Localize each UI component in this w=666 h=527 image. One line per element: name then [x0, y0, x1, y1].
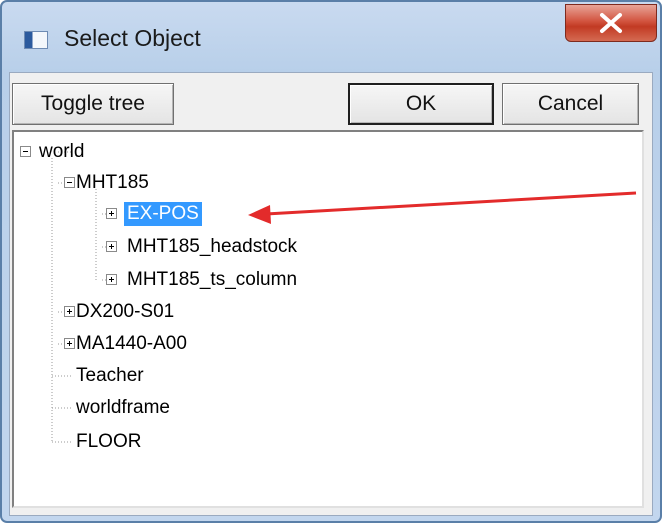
- tree-node-ma1440-a00[interactable]: MA1440-A00: [73, 332, 190, 356]
- tree-node-mht185-ts-column[interactable]: MHT185_ts_column: [124, 268, 300, 292]
- tree-node-ex-pos[interactable]: EX-POS: [124, 202, 202, 226]
- window-app-icon: [24, 31, 48, 49]
- expand-icon[interactable]: [106, 241, 117, 252]
- close-icon: [600, 13, 622, 33]
- object-tree[interactable]: world MHT185 EX-POS MHT185_headstock MHT…: [12, 130, 644, 508]
- tree-node-mht185[interactable]: MHT185: [73, 171, 152, 195]
- select-object-dialog: Select Object Toggle tree OK Cancel worl…: [0, 0, 662, 523]
- expand-icon[interactable]: [106, 208, 117, 219]
- tree-node-teacher[interactable]: Teacher: [73, 364, 147, 388]
- tree-node-worldframe[interactable]: worldframe: [73, 396, 173, 420]
- expand-icon[interactable]: [106, 274, 117, 285]
- window-title: Select Object: [64, 25, 201, 51]
- tree-node-floor[interactable]: FLOOR: [73, 430, 144, 454]
- tree-node-world[interactable]: world: [36, 140, 87, 164]
- collapse-icon[interactable]: [20, 146, 31, 157]
- dialog-client-area: Toggle tree OK Cancel world MHT185 EX-PO…: [9, 72, 653, 516]
- close-button[interactable]: [565, 4, 657, 42]
- title-bar[interactable]: Select Object: [2, 2, 660, 74]
- cancel-button[interactable]: Cancel: [502, 83, 639, 125]
- toggle-tree-button[interactable]: Toggle tree: [12, 83, 174, 125]
- ok-button[interactable]: OK: [348, 83, 494, 125]
- tree-node-mht185-headstock[interactable]: MHT185_headstock: [124, 235, 300, 259]
- tree-node-dx200-s01[interactable]: DX200-S01: [73, 300, 177, 324]
